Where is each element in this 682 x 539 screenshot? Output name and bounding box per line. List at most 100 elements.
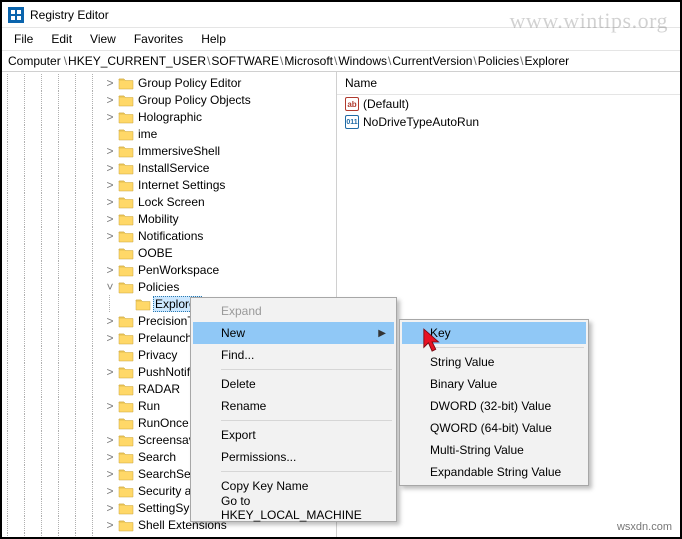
tree-item-label: SignalManager [136, 535, 221, 538]
expand-toggle-icon[interactable]: ˃ [104, 111, 116, 123]
tree-item-label: Search [136, 450, 178, 464]
submenu-item[interactable]: DWORD (32-bit) Value [402, 395, 586, 417]
submenu-arrow-icon: ▶ [378, 328, 386, 339]
expand-toggle-icon[interactable]: ˃ [104, 196, 116, 208]
expand-toggle-icon[interactable]: ˃ [104, 94, 116, 106]
regedit-icon [8, 7, 24, 23]
tree-item[interactable]: ˃ Lock Screen [2, 193, 336, 210]
tree-item[interactable]: ˃ InstallService [2, 159, 336, 176]
submenu-item[interactable]: Expandable String Value [402, 461, 586, 483]
submenu-item[interactable]: Multi-String Value [402, 439, 586, 461]
address-part: Microsoft [284, 54, 333, 68]
expand-toggle-icon[interactable]: ˃ [104, 536, 116, 538]
expand-toggle-icon[interactable]: ˃ [104, 451, 116, 463]
tree-item-label: InstallService [136, 161, 211, 175]
submenu-new[interactable]: Key String ValueBinary ValueDWORD (32-bit… [399, 319, 589, 486]
value-header-name[interactable]: Name [337, 72, 680, 95]
tree-item-label: Group Policy Objects [136, 93, 253, 107]
menu-file[interactable]: File [6, 30, 41, 48]
address-part: Explorer [524, 54, 569, 68]
expand-toggle-icon[interactable]: ˃ [104, 485, 116, 497]
tree-item-label: Group Policy Editor [136, 76, 243, 90]
expand-toggle-icon[interactable]: ˃ [104, 77, 116, 89]
tree-item[interactable]: ˃ Mobility [2, 210, 336, 227]
context-menu-item: Expand [193, 300, 394, 322]
tree-item-label: Lock Screen [136, 195, 207, 209]
binary-value-icon: 011 [345, 115, 359, 129]
tree-item[interactable]: ˅ Policies [2, 278, 336, 295]
expand-toggle-icon[interactable]: ˃ [104, 400, 116, 412]
tree-item-label: Holographic [136, 110, 204, 124]
menubar: File Edit View Favorites Help [2, 28, 680, 51]
context-menu-item[interactable]: Find... [193, 344, 394, 366]
tree-item-label: RunOnce [136, 416, 191, 430]
submenu-item[interactable]: Binary Value [402, 373, 586, 395]
tree-item-label: PenWorkspace [136, 263, 221, 277]
address-bar[interactable]: Computer\ HKEY_CURRENT_USER\ SOFTWARE\ M… [2, 51, 680, 72]
expand-toggle-icon[interactable]: ˃ [104, 230, 116, 242]
tree-item-label: Notifications [136, 229, 205, 243]
tree-item[interactable]: ˃ Internet Settings [2, 176, 336, 193]
tree-item-label: Mobility [136, 212, 181, 226]
tree-item[interactable]: OOBE [2, 244, 336, 261]
tree-item[interactable]: ˃ Holographic [2, 108, 336, 125]
tree-item-label: Run [136, 399, 162, 413]
tree-item[interactable]: ˃ ImmersiveShell [2, 142, 336, 159]
tree-item-label: RADAR [136, 382, 182, 396]
source-mark: wsxdn.com [617, 521, 672, 533]
address-part: Windows [338, 54, 387, 68]
expand-toggle-icon[interactable]: ˃ [104, 332, 116, 344]
address-part: HKEY_CURRENT_USER [68, 54, 206, 68]
expand-toggle-icon[interactable]: ˃ [104, 145, 116, 157]
address-root: Computer [8, 54, 61, 68]
tree-item-label: ime [136, 127, 159, 141]
submenu-item[interactable]: String Value [402, 351, 586, 373]
expand-toggle-icon[interactable]: ˃ [104, 366, 116, 378]
expand-toggle-icon[interactable]: ˃ [104, 264, 116, 276]
tree-item-label: Prelaunch [136, 331, 194, 345]
tree-item-label: Internet Settings [136, 178, 227, 192]
tree-item[interactable]: ˃ Group Policy Editor [2, 74, 336, 91]
string-value-icon: ab [345, 97, 359, 111]
tree-item[interactable]: ˃ Notifications [2, 227, 336, 244]
address-part: CurrentVersion [392, 54, 472, 68]
expand-toggle-icon[interactable]: ˃ [104, 213, 116, 225]
window-title: Registry Editor [30, 8, 109, 22]
tree-item[interactable]: ime [2, 125, 336, 142]
context-menu-item[interactable]: Rename [193, 395, 394, 417]
context-menu-item[interactable]: Go to HKEY_LOCAL_MACHINE [193, 497, 394, 519]
context-menu-item[interactable]: New▶ [193, 322, 394, 344]
context-menu[interactable]: ExpandNew▶Find... DeleteRename ExportPermi… [190, 297, 397, 522]
expand-toggle-icon[interactable]: ˃ [104, 162, 116, 174]
expand-toggle-icon[interactable]: ˃ [104, 434, 116, 446]
titlebar: Registry Editor [2, 2, 680, 28]
tree-item[interactable]: ˃ SignalManager [2, 533, 336, 537]
context-menu-item[interactable]: Export [193, 424, 394, 446]
tree-item-label: Policies [136, 280, 181, 294]
context-menu-item[interactable]: Permissions... [193, 446, 394, 468]
value-row[interactable]: ab (Default) [337, 95, 680, 113]
expand-toggle-icon[interactable]: ˃ [104, 519, 116, 531]
menu-help[interactable]: Help [193, 30, 234, 48]
value-row[interactable]: 011 NoDriveTypeAutoRun [337, 113, 680, 131]
menu-edit[interactable]: Edit [43, 30, 80, 48]
expand-toggle-icon[interactable]: ˃ [104, 315, 116, 327]
tree-item[interactable]: ˃ Group Policy Objects [2, 91, 336, 108]
address-part: SOFTWARE [211, 54, 279, 68]
expand-toggle-icon[interactable]: ˃ [104, 502, 116, 514]
tree-item-label: Privacy [136, 348, 179, 362]
menu-favorites[interactable]: Favorites [126, 30, 191, 48]
submenu-item[interactable]: Key [402, 322, 586, 344]
tree-item-label: ImmersiveShell [136, 144, 222, 158]
value-name: NoDriveTypeAutoRun [363, 115, 479, 129]
tree-item[interactable]: ˃ PenWorkspace [2, 261, 336, 278]
context-menu-item[interactable]: Delete [193, 373, 394, 395]
tree-item-label: OOBE [136, 246, 175, 260]
expand-toggle-icon[interactable]: ˃ [104, 468, 116, 480]
expand-toggle-icon[interactable]: ˅ [104, 281, 116, 293]
value-name: (Default) [363, 97, 409, 111]
address-part: Policies [478, 54, 519, 68]
expand-toggle-icon[interactable]: ˃ [104, 179, 116, 191]
menu-view[interactable]: View [82, 30, 124, 48]
submenu-item[interactable]: QWORD (64-bit) Value [402, 417, 586, 439]
